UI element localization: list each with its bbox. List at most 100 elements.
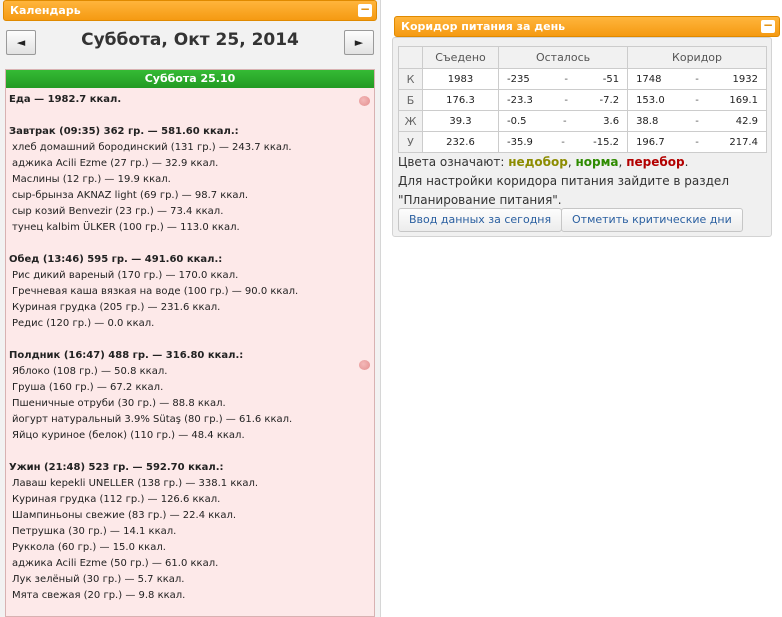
left-max: -15.2 xyxy=(593,136,620,148)
meal-item: аджика Acili Ezme (27 гр.) — 32.9 ккал. xyxy=(12,158,219,169)
corr-max: 1932 xyxy=(732,73,758,85)
meal-item: Маслины (12 гр.) — 19.9 ккал. xyxy=(12,174,171,185)
corridor-range: 1748 - 1932 xyxy=(627,68,767,90)
meal-item: Руккола (60 гр.) — 15.0 ккал. xyxy=(12,542,166,553)
corr-max: 217.4 xyxy=(729,136,758,148)
meal-item: йогурт натуральный 3.9% Sütaş (80 гр.) —… xyxy=(12,414,293,425)
meal-title: Полдник (16:47) 488 гр. — 316.80 ккал.: xyxy=(9,350,244,361)
apple-icon[interactable] xyxy=(359,360,370,370)
corridor-table: Съедено Осталось Коридор К 1983 -235 - -51 17… xyxy=(398,46,767,153)
day-total: Еда — 1982.7 ккал. xyxy=(9,94,122,105)
left-range: -23.3 - -7.2 xyxy=(497,89,629,111)
meal-list: Завтрак (09:35) 362 гр. — 581.60 ккал.: х… xyxy=(9,124,374,616)
meal-item: Рис дикий вареный (170 гр.) — 170.0 ккал… xyxy=(12,270,239,281)
minimize-icon[interactable]: − xyxy=(358,3,372,17)
corridor-header: Коридор питания за день − xyxy=(394,16,780,37)
input-today-button[interactable]: Ввод данных за сегодня xyxy=(398,208,563,232)
apple-icon[interactable] xyxy=(359,96,370,106)
corridor-row: Ж 39.3 -0.5 - 3.6 38.8 - 42.9 xyxy=(398,110,767,132)
meal-title: Обед (13:46) 595 гр. — 491.60 ккал.: xyxy=(9,254,223,265)
row-label: Ж xyxy=(398,110,423,132)
left-max: -51 xyxy=(602,73,620,85)
date-navigation: ◄ Суббота, Окт 25, 2014 ► xyxy=(3,26,377,62)
left-min: -0.5 xyxy=(507,115,527,127)
range-dash: - xyxy=(564,94,569,106)
legend-sep: , xyxy=(567,155,572,169)
prev-day-button[interactable]: ◄ xyxy=(6,30,36,55)
right-column: Коридор питания за день − Съедено Остало… xyxy=(382,0,782,617)
color-legend: Цвета означают: недобор, норма, перебор.… xyxy=(398,153,768,210)
range-dash: - xyxy=(561,136,565,148)
corridor-row: К 1983 -235 - -51 1748 - 1932 xyxy=(398,68,767,90)
corr-min: 38.8 xyxy=(636,115,659,127)
left-range: -0.5 - 3.6 xyxy=(497,110,629,132)
next-day-button[interactable]: ► xyxy=(344,30,374,55)
left-max: -7.2 xyxy=(599,94,620,106)
date-title: Суббота, Окт 25, 2014 xyxy=(81,30,299,50)
corridor-range: 196.7 - 217.4 xyxy=(627,131,767,153)
corner-cell xyxy=(398,46,423,69)
left-range: -35.9 - -15.2 xyxy=(497,131,629,153)
corridor-panel: Съедено Осталось Коридор К 1983 -235 - -51 17… xyxy=(392,37,772,237)
col-left: Осталось xyxy=(497,46,629,69)
meal-item: Мята свежая (20 гр.) — 9.8 ккал. xyxy=(12,590,186,601)
calendar-title: Календарь xyxy=(10,4,81,17)
meal-item: тунец kalbim ÜLKER (100 гр.) — 113.0 кка… xyxy=(12,222,240,233)
left-min: -35.9 xyxy=(507,136,533,148)
meal-item: Шампиньоны свежие (83 гр.) — 22.4 ккал. xyxy=(12,510,237,521)
meal-item: Лук зелёный (30 гр.) — 5.7 ккал. xyxy=(12,574,185,585)
meal-item: Пшеничные отруби (30 гр.) — 88.8 ккал. xyxy=(12,398,226,409)
meal-item: сыр-брынза AKNAZ light (69 гр.) — 98.7 к… xyxy=(12,190,249,201)
day-summary: Суббота 25.10 Еда — 1982.7 ккал. Завтрак… xyxy=(5,69,375,617)
corr-min: 1748 xyxy=(636,73,662,85)
eaten-value: 232.6 xyxy=(422,131,499,153)
corridor-row: У 232.6 -35.9 - -15.2 196.7 - 217.4 xyxy=(398,131,767,153)
corridor-range: 153.0 - 169.1 xyxy=(627,89,767,111)
row-label: Б xyxy=(398,89,423,111)
col-eaten: Съедено xyxy=(422,46,499,69)
meal-item: Груша (160 гр.) — 67.2 ккал. xyxy=(12,382,164,393)
meal-item: Лаваш kepekli UNELLER (138 гр.) — 338.1 … xyxy=(12,478,259,489)
range-dash: - xyxy=(695,115,699,127)
legend-sep: , xyxy=(618,155,623,169)
meal-item: Петрушка (30 гр.) — 14.1 ккал. xyxy=(12,526,177,537)
range-dash: - xyxy=(695,73,699,85)
corridor-row: Б 176.3 -23.3 - -7.2 153.0 - 169.1 xyxy=(398,89,767,111)
meal-title: Завтрак (09:35) 362 гр. — 581.60 ккал.: xyxy=(9,126,239,137)
day-body: Еда — 1982.7 ккал. Завтрак (09:35) 362 г… xyxy=(6,88,374,616)
left-column: Календарь − ◄ Суббота, Окт 25, 2014 ► Су… xyxy=(0,0,381,617)
col-corridor: Коридор xyxy=(627,46,767,69)
meal-item: Гречневая каша вязкая на воде (100 гр.) … xyxy=(12,286,299,297)
corridor-range: 38.8 - 42.9 xyxy=(627,110,767,132)
range-dash: - xyxy=(564,73,569,85)
range-dash: - xyxy=(695,136,699,148)
minimize-icon[interactable]: − xyxy=(761,19,775,33)
legend-norm: норма xyxy=(575,155,619,169)
meal-item: Яблоко (108 гр.) — 50.8 ккал. xyxy=(12,366,168,377)
legend-end: . xyxy=(684,155,689,169)
settings-note: Для настройки коридора питания зайдите в… xyxy=(398,174,729,207)
left-min: -235 xyxy=(507,73,530,85)
meal-item: Редис (120 гр.) — 0.0 ккал. xyxy=(12,318,155,329)
day-header[interactable]: Суббота 25.10 xyxy=(6,70,374,88)
left-max: 3.6 xyxy=(603,115,620,127)
row-label: К xyxy=(398,68,423,90)
corr-min: 196.7 xyxy=(636,136,665,148)
left-min: -23.3 xyxy=(507,94,533,106)
meal-item: аджика Acili Ezme (50 гр.) — 61.0 ккал. xyxy=(12,558,219,569)
meal-item: Куриная грудка (205 гр.) — 231.6 ккал. xyxy=(12,302,221,313)
range-dash: - xyxy=(695,94,699,106)
eaten-value: 176.3 xyxy=(422,89,499,111)
calendar-header: Календарь − xyxy=(3,0,377,21)
meal-item: хлеб домашний бородинский (131 гр.) — 24… xyxy=(12,142,292,153)
eaten-value: 39.3 xyxy=(422,110,499,132)
legend-prefix: Цвета означают: xyxy=(398,155,505,169)
corridor-title: Коридор питания за день xyxy=(401,20,566,33)
critical-days-button[interactable]: Отметить критические дни xyxy=(561,208,743,232)
meal-item: Яйцо куриное (белок) (110 гр.) — 48.4 кк… xyxy=(12,430,245,441)
row-label: У xyxy=(398,131,423,153)
left-range: -235 - -51 xyxy=(497,68,629,90)
range-dash: - xyxy=(563,115,567,127)
meal-title: Ужин (21:48) 523 гр. — 592.70 ккал.: xyxy=(9,462,224,473)
eaten-value: 1983 xyxy=(422,68,499,90)
